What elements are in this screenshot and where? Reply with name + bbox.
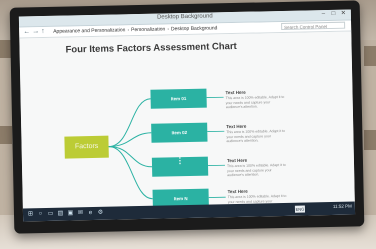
item-description: Text Here This area is 100% editable. Ad…	[225, 89, 285, 110]
description-body: This area is 100% editable. Adapt it to …	[226, 162, 286, 178]
item-node: Item 01	[150, 88, 207, 109]
forward-arrow-icon[interactable]: →	[32, 28, 39, 36]
store-icon[interactable]: ▣	[67, 210, 74, 217]
edge-icon[interactable]: e	[87, 210, 94, 217]
item-description: Text Here This area is 100% editable. Ad…	[227, 157, 287, 178]
monitor-bezel: Desktop Background – □ ✕ ← → ↑ Appearanc…	[9, 0, 365, 234]
clock-time: 11:52 PM	[332, 203, 352, 209]
close-icon[interactable]: ✕	[339, 11, 348, 18]
system-clock[interactable]: 11:52 PM	[333, 204, 352, 209]
breadcrumb-item[interactable]: Appearance and Personalization	[53, 27, 125, 35]
search-input[interactable]: Search Control Panel	[281, 21, 346, 31]
connector-line	[108, 146, 153, 168]
connector-lines	[108, 96, 226, 200]
start-icon[interactable]: ⊞	[27, 211, 34, 218]
task-view-icon[interactable]: ▭	[47, 211, 54, 218]
wall-mount-bracket	[364, 130, 376, 150]
settings-icon[interactable]: ⚙	[97, 210, 104, 217]
slide-content: Four Items Factors Assessment Chart Fact…	[19, 31, 355, 209]
search-icon[interactable]: ○	[37, 211, 44, 218]
item-node: Item 02	[151, 122, 208, 143]
connector-line	[108, 98, 151, 148]
factors-node: Factors	[64, 135, 109, 159]
language-indicator[interactable]: ENG	[294, 205, 306, 213]
breadcrumb-item[interactable]: Personalization	[131, 26, 165, 33]
back-arrow-icon[interactable]: ←	[23, 28, 30, 36]
file-explorer-icon[interactable]: ▤	[57, 211, 64, 218]
up-arrow-icon[interactable]: ↑	[41, 28, 45, 36]
mail-icon[interactable]: ✉	[77, 210, 84, 217]
minimize-icon[interactable]: –	[319, 11, 328, 18]
maximize-icon[interactable]: □	[329, 11, 338, 18]
wall-mount-bracket	[0, 126, 12, 144]
connector-line	[108, 146, 153, 200]
item-node-ellipsis: ⋮	[151, 156, 209, 177]
breadcrumb-item[interactable]: Desktop Background	[171, 25, 218, 32]
connector-line	[108, 132, 152, 148]
item-description: Text Here This area is 100% editable. Ad…	[226, 123, 286, 144]
wall-mount-bracket	[364, 46, 376, 66]
description-body: This area is 100% editable. Adapt it to …	[226, 128, 286, 144]
screen: Desktop Background – □ ✕ ← → ↑ Appearanc…	[18, 9, 356, 222]
description-body: This area is 100% editable. Adapt it to …	[225, 94, 285, 110]
